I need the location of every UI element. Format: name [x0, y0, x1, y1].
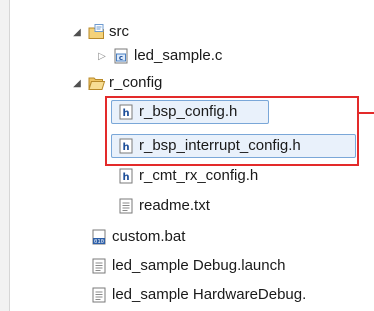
text-file-icon	[91, 258, 107, 274]
text-file-icon	[91, 287, 107, 303]
open-folder-icon	[88, 75, 106, 91]
collapse-arrow-icon[interactable]: ▷	[95, 49, 109, 63]
tree-item-custom-bat[interactable]: 010 custom.bat	[87, 225, 185, 249]
c-source-file-icon: c	[113, 48, 129, 64]
left-gutter	[0, 0, 10, 311]
source-folder-icon	[88, 24, 104, 40]
tree-item-hardware-debug[interactable]: led_sample HardwareDebug.	[87, 283, 306, 307]
tree-item-debug-launch[interactable]: led_sample Debug.launch	[87, 254, 285, 278]
highlight-annotation-box	[105, 96, 359, 166]
tree-item-readme-txt[interactable]: readme.txt	[114, 194, 210, 218]
svg-text:010: 010	[94, 239, 104, 245]
tree-item-label: src	[109, 23, 129, 40]
highlight-annotation-leader	[359, 112, 374, 114]
svg-text:h: h	[122, 172, 129, 183]
svg-text:c: c	[119, 54, 123, 62]
tree-item-label: r_config	[109, 74, 163, 91]
text-file-icon	[118, 198, 134, 214]
binary-file-icon: 010	[91, 229, 107, 245]
tree-item-label: r_cmt_rx_config.h	[139, 167, 259, 184]
expand-arrow-icon[interactable]: ◢	[70, 76, 84, 90]
tree-item-label: custom.bat	[112, 228, 186, 245]
expand-arrow-icon[interactable]: ◢	[70, 25, 84, 39]
header-file-icon: h	[118, 168, 134, 184]
tree-item-led-sample-c[interactable]: ▷ c led_sample.c	[95, 44, 222, 68]
tree-item-label: readme.txt	[139, 197, 210, 214]
tree-item-r-config[interactable]: ◢ r_config	[70, 71, 162, 95]
tree-item-label: led_sample.c	[134, 47, 223, 64]
tree-item-src[interactable]: ◢ src	[70, 20, 129, 44]
tree-item-label: led_sample Debug.launch	[112, 257, 286, 274]
tree-item-label: led_sample HardwareDebug.	[112, 286, 307, 303]
tree-item-r-cmt-rx-config-h[interactable]: h r_cmt_rx_config.h	[114, 164, 258, 188]
